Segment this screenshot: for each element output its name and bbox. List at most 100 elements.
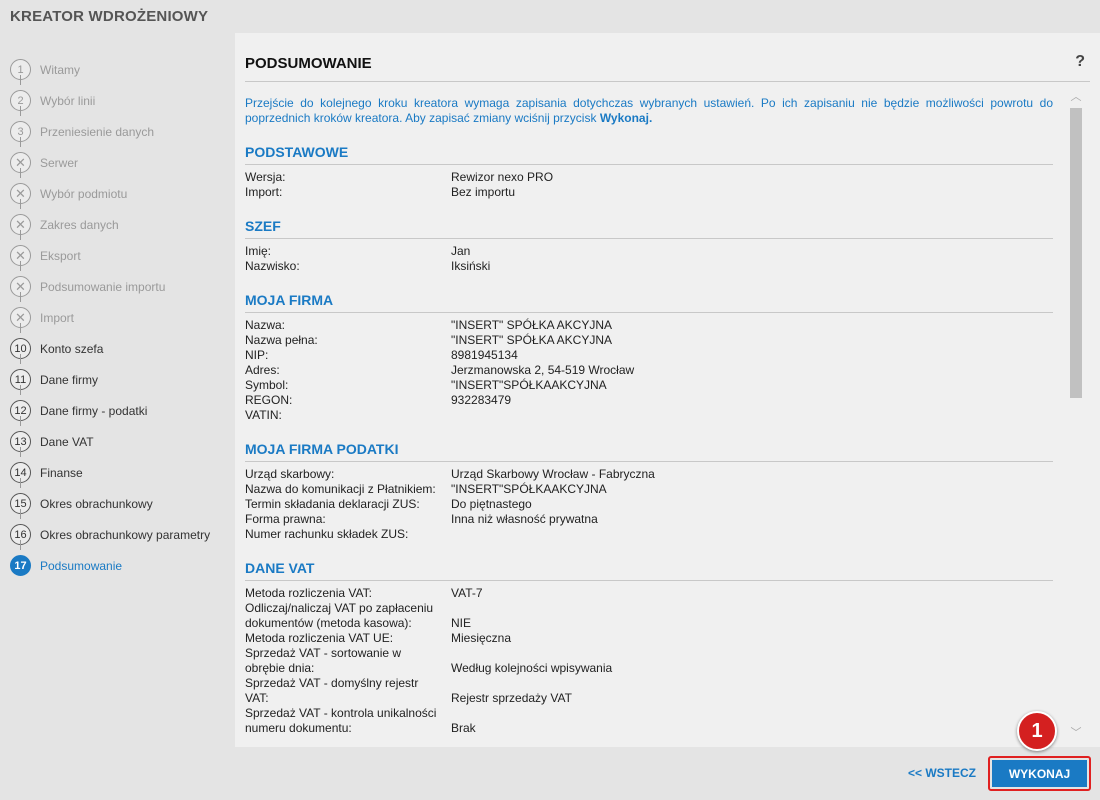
step-connector bbox=[20, 540, 21, 550]
summary-row: dokumentów (metoda kasowa): NIE bbox=[245, 616, 1053, 631]
step-label: Dane firmy - podatki bbox=[40, 403, 148, 418]
step-label: Witamy bbox=[40, 62, 80, 77]
execute-button[interactable]: WYKONAJ bbox=[992, 760, 1087, 787]
summary-key: Sprzedaż VAT - domyślny rejestr bbox=[245, 676, 419, 690]
summary-key: REGON: bbox=[245, 393, 293, 407]
summary-key: Metoda rozliczenia VAT UE: bbox=[245, 631, 394, 645]
step-label: Podsumowanie bbox=[40, 558, 123, 573]
chevron-down-icon[interactable]: ﹀ bbox=[1069, 724, 1083, 742]
step-label: Finanse bbox=[40, 465, 83, 480]
summary-sections: PODSTAWOWE Wersja: Rewizor nexo PRO Import:… bbox=[245, 144, 1053, 736]
summary-key: dokumentów (metoda kasowa): bbox=[245, 616, 412, 630]
step-label: Wybór linii bbox=[40, 93, 96, 108]
back-button[interactable]: << WSTECZ bbox=[908, 766, 976, 780]
summary-value bbox=[451, 676, 1053, 691]
summary-value: "INSERT" SPÓŁKA AKCYJNA bbox=[451, 333, 613, 347]
summary-key: numeru dokumentu: bbox=[245, 721, 352, 735]
summary-value: "INSERT"SPÓŁKAAKCYJNA bbox=[451, 378, 607, 392]
step-connector bbox=[20, 75, 21, 85]
step-connector bbox=[20, 323, 21, 333]
step-label: Zakres danych bbox=[40, 217, 119, 232]
summary-row: Nazwa pełna: "INSERT" SPÓŁKA AKCYJNA bbox=[245, 333, 1053, 348]
summary-value: 8981945134 bbox=[451, 348, 518, 362]
summary-row: VAT: Rejestr sprzedaży VAT bbox=[245, 691, 1053, 706]
wizard-step: ✕ Podsumowanie importu bbox=[10, 271, 230, 302]
summary-row: Wersja: Rewizor nexo PRO bbox=[245, 170, 1053, 185]
summary-key: Import: bbox=[245, 185, 283, 199]
step-label: Dane firmy bbox=[40, 372, 99, 387]
step-connector bbox=[20, 478, 21, 488]
summary-row: Termin składania deklaracji ZUS: Do piętn… bbox=[245, 497, 1053, 512]
wizard-step: ✕ Serwer bbox=[10, 147, 230, 178]
summary-row: Urząd skarbowy: Urząd Skarbowy Wrocław - … bbox=[245, 467, 1053, 482]
section-heading: MOJA FIRMA PODATKI bbox=[245, 441, 1053, 462]
wizard-step: 16 Okres obrachunkowy parametry bbox=[10, 519, 230, 550]
summary-value: Iksiński bbox=[451, 259, 491, 273]
step-label: Okres obrachunkowy parametry bbox=[40, 527, 211, 542]
step-connector bbox=[20, 292, 21, 302]
step-label: Okres obrachunkowy bbox=[40, 496, 153, 511]
summary-key: Adres: bbox=[245, 363, 280, 377]
summary-row: Sprzedaż VAT - sortowanie w bbox=[245, 646, 1053, 661]
summary-key: Forma prawna: bbox=[245, 512, 326, 526]
section-heading: SZEF bbox=[245, 218, 1053, 239]
summary-value: Rejestr sprzedaży VAT bbox=[451, 691, 572, 705]
summary-row: numeru dokumentu: Brak bbox=[245, 721, 1053, 736]
summary-key: Urząd skarbowy: bbox=[245, 467, 335, 481]
summary-key: Sprzedaż VAT - kontrola unikalności bbox=[245, 706, 437, 720]
summary-key: VAT: bbox=[245, 691, 269, 705]
summary-row: Numer rachunku składek ZUS: bbox=[245, 527, 1053, 542]
summary-row: REGON: 932283479 bbox=[245, 393, 1053, 408]
summary-value: Do piętnastego bbox=[451, 497, 532, 511]
summary-value: Brak bbox=[451, 721, 476, 735]
summary-value: Jerzmanowska 2, 54-519 Wrocław bbox=[451, 363, 635, 377]
app-title: KREATOR WDROŻENIOWY bbox=[10, 8, 209, 25]
summary-row: NIP: 8981945134 bbox=[245, 348, 1053, 363]
summary-value bbox=[451, 706, 1053, 721]
summary-row: Nazwa do komunikacji z Płatnikiem: "INSER… bbox=[245, 482, 1053, 497]
step-label: Podsumowanie importu bbox=[40, 279, 166, 294]
summary-row: Adres: Jerzmanowska 2, 54-519 Wrocław bbox=[245, 363, 1053, 378]
summary-key: Sprzedaż VAT - sortowanie w bbox=[245, 646, 402, 660]
summary-value bbox=[451, 601, 1053, 616]
summary-key: Nazwa pełna: bbox=[245, 333, 318, 347]
wizard-step: ✕ Import bbox=[10, 302, 230, 333]
summary-value: "INSERT"SPÓŁKAAKCYJNA bbox=[451, 482, 607, 496]
summary-key: NIP: bbox=[245, 348, 269, 362]
summary-key: Nazwa: bbox=[245, 318, 286, 332]
wizard-step: 3 Przeniesienie danych bbox=[10, 116, 230, 147]
step-label: Wybór podmiotu bbox=[40, 186, 128, 201]
step-connector bbox=[20, 106, 21, 116]
wizard-step: 1 Witamy bbox=[10, 54, 230, 85]
summary-key: Wersja: bbox=[245, 170, 286, 184]
step-number: 17 bbox=[10, 555, 31, 576]
summary-row: Symbol: "INSERT"SPÓŁKAAKCYJNA bbox=[245, 378, 1053, 393]
summary-key: Numer rachunku składek ZUS: bbox=[245, 527, 409, 541]
wizard-step: 17 Podsumowanie bbox=[10, 550, 230, 581]
intro-text: Przejście do kolejnego kroku kreatora wy… bbox=[245, 96, 1053, 125]
summary-row: obrębie dnia: Według kolejności wpisywani… bbox=[245, 661, 1053, 676]
wizard-step: 15 Okres obrachunkowy bbox=[10, 488, 230, 519]
summary-row: Nazwa: "INSERT" SPÓŁKA AKCYJNA bbox=[245, 318, 1053, 333]
chevron-up-icon[interactable]: ︿ bbox=[1069, 88, 1083, 106]
summary-row: Sprzedaż VAT - domyślny rejestr bbox=[245, 676, 1053, 691]
summary-row: Metoda rozliczenia VAT UE: Miesięczna bbox=[245, 631, 1053, 646]
summary-row: Import: Bez importu bbox=[245, 185, 1053, 200]
summary-row: Metoda rozliczenia VAT: VAT-7 bbox=[245, 586, 1053, 601]
summary-value: Rewizor nexo PRO bbox=[451, 170, 554, 184]
step-connector bbox=[20, 385, 21, 395]
wizard-step: 14 Finanse bbox=[10, 457, 230, 488]
vertical-scrollbar[interactable]: ︿ ﹀ bbox=[1069, 88, 1083, 744]
summary-scroll-area[interactable]: Przejście do kolejnego kroku kreatora wy… bbox=[245, 93, 1053, 747]
summary-row: Imię: Jan bbox=[245, 244, 1053, 259]
wizard-steps: 1 Witamy 2 Wybór linii 3 Przeniesienie danych… bbox=[10, 54, 230, 581]
summary-key: Nazwisko: bbox=[245, 259, 300, 273]
summary-value: VAT-7 bbox=[451, 586, 483, 600]
step-marker-badge: 1 bbox=[1017, 711, 1057, 751]
section-heading: MOJA FIRMA bbox=[245, 292, 1053, 313]
summary-value bbox=[451, 527, 1053, 542]
summary-key: Odliczaj/naliczaj VAT po zapłaceniu bbox=[245, 601, 434, 615]
summary-value: NIE bbox=[451, 616, 472, 630]
scrollbar-thumb[interactable] bbox=[1070, 108, 1082, 398]
help-icon[interactable]: ? bbox=[1075, 53, 1085, 71]
